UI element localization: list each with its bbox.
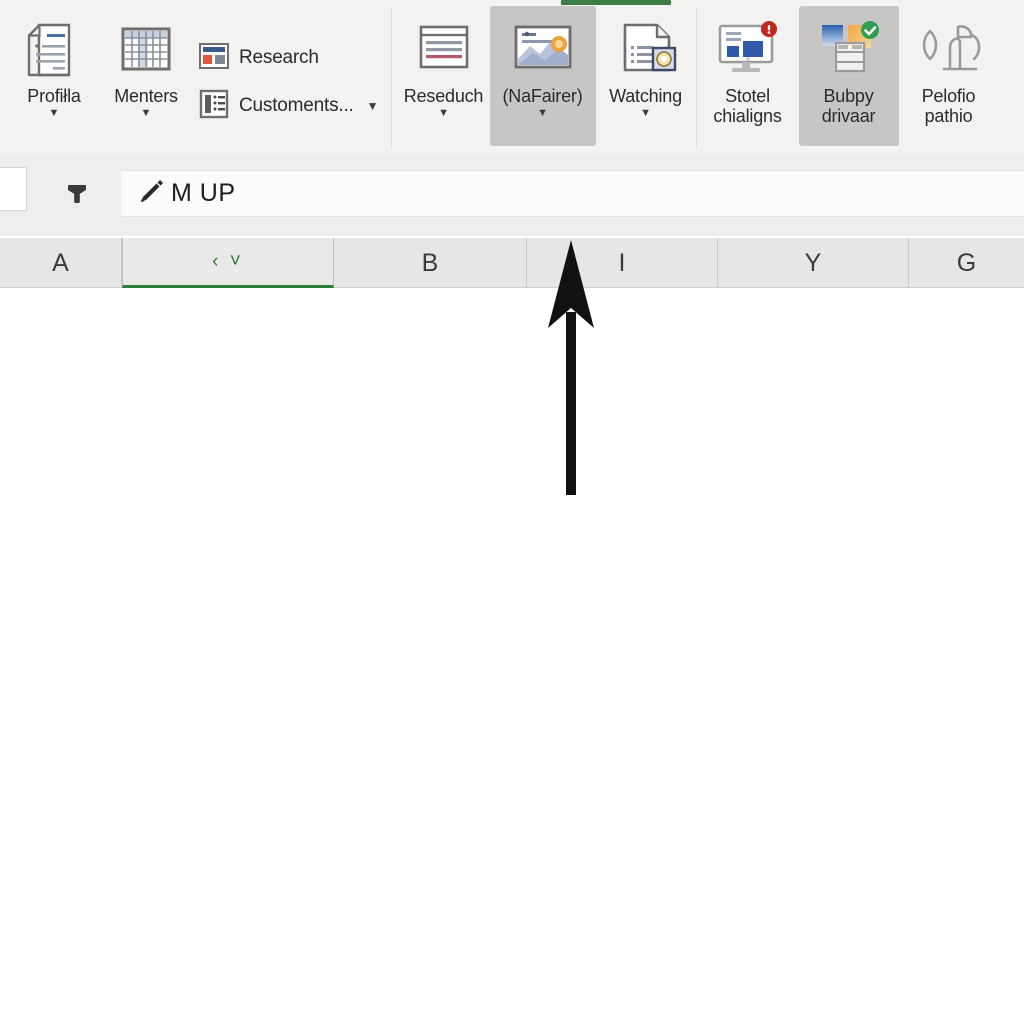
column-header-i[interactable]: I [527, 238, 718, 288]
ribbon-button-research[interactable]: Research [192, 34, 385, 82]
column-header-g[interactable]: G [909, 238, 1024, 288]
spreadsheet-grid[interactable] [0, 288, 1024, 1024]
chevron-down-icon[interactable]: ▼ [49, 108, 60, 119]
column-header-g-label: G [956, 248, 977, 277]
chevron-down-icon[interactable]: ▼ [438, 108, 449, 119]
ribbon-button-stotel-label-line1: Stotel [725, 86, 770, 106]
ribbon-button-bubpy-label-line2: drivaar [821, 106, 876, 127]
ribbon-button-nafairer[interactable]: (NaFairer) ▼ [489, 6, 596, 146]
ribbon-button-profilia-label: Profiłla [27, 86, 81, 106]
picture-chart-icon [509, 16, 577, 84]
ribbon-button-profilia[interactable]: Profiłla ▼ [8, 6, 100, 146]
ribbon-group-right: Stotel chialigns Bubpy drivaar Pelofio p… [695, 6, 999, 149]
ribbon-button-pelofio-label-line1: Pelofio [921, 86, 976, 106]
ribbon-body: Profiłla ▼ Menters ▼ Research Customents… [0, 6, 1024, 149]
formula-bar-text: M UP [171, 179, 236, 207]
ribbon-small-button-column: Research Customents... ▼ [192, 6, 385, 152]
column-header-selected[interactable]: ‹ ˅ [122, 238, 334, 288]
chevron-down-icon[interactable]: ▼ [537, 108, 548, 119]
ribbon-button-menters[interactable]: Menters ▼ [100, 6, 192, 146]
column-header-y-label: Y [804, 248, 822, 277]
column-header-i-label: I [618, 248, 626, 277]
name-box[interactable] [0, 167, 27, 211]
ribbon-button-watching-label: Watching [609, 86, 682, 106]
pen-marker-icon [137, 176, 167, 211]
ribbon-button-reseduch-label: Reseduch [403, 86, 484, 106]
ribbon-group-left: Profiłla ▼ Menters ▼ Research Customents… [0, 6, 385, 149]
ribbon-group-middle: Reseduch ▼ (NaFairer) ▼ Watching ▼ [390, 6, 696, 149]
app-root: Profiłla ▼ Menters ▼ Research Customents… [0, 0, 1024, 1024]
column-header-b[interactable]: B [334, 238, 527, 288]
ribbon-button-stotel-label-line2: chialigns [713, 106, 782, 127]
ribbon-button-menters-label: Menters [114, 86, 178, 106]
ribbon-button-pelofio-pathio[interactable]: Pelofio pathio [899, 6, 999, 146]
column-header-y[interactable]: Y [718, 238, 909, 288]
column-header-a-label: A [52, 248, 69, 277]
ribbon-button-research-label: Research [239, 47, 319, 68]
table-grid-icon [115, 16, 177, 84]
active-tab-indicator [561, 0, 671, 5]
ribbon-button-reseduch[interactable]: Reseduch ▼ [398, 6, 490, 146]
chevron-down-icon[interactable]: ▼ [640, 108, 651, 119]
formula-bar-input[interactable]: M UP [121, 170, 1024, 217]
ribbon-button-pelofio-label-line2: pathio [924, 106, 973, 127]
column-header-b-label: B [421, 248, 439, 277]
ribbon: Profiłla ▼ Menters ▼ Research Customents… [0, 0, 1024, 155]
list-document-icon [198, 89, 230, 124]
ribbon-button-customents-label: Customents... [239, 95, 354, 116]
chevron-down-icon[interactable]: ▼ [141, 108, 152, 119]
shapes-check-icon [816, 16, 882, 84]
column-header-selected-label: ‹ ˅ [212, 250, 244, 272]
ribbon-button-watching[interactable]: Watching ▼ [596, 6, 696, 146]
monitor-alert-icon [714, 16, 782, 84]
ribbon-button-stotel-chialigns[interactable]: Stotel chialigns [697, 6, 799, 146]
chevron-down-icon[interactable]: ▼ [367, 99, 379, 113]
lined-window-icon [413, 16, 475, 84]
window-panel-icon [198, 42, 230, 75]
nature-outline-icon [914, 16, 984, 84]
ribbon-button-bubpy-drivaar[interactable]: Bubpy drivaar [798, 6, 899, 146]
ribbon-button-nafairer-label: (NaFairer) [502, 86, 583, 106]
document-page-icon [23, 16, 85, 84]
document-media-icon [613, 16, 679, 84]
ribbon-button-customents[interactable]: Customents... ▼ [192, 82, 385, 130]
column-header-row: A ‹ ˅ B I Y G [0, 238, 1024, 288]
column-header-a[interactable]: A [0, 238, 122, 288]
insert-function-icon[interactable] [60, 177, 94, 211]
ribbon-button-bubpy-label-line1: Bubpy [823, 86, 874, 106]
